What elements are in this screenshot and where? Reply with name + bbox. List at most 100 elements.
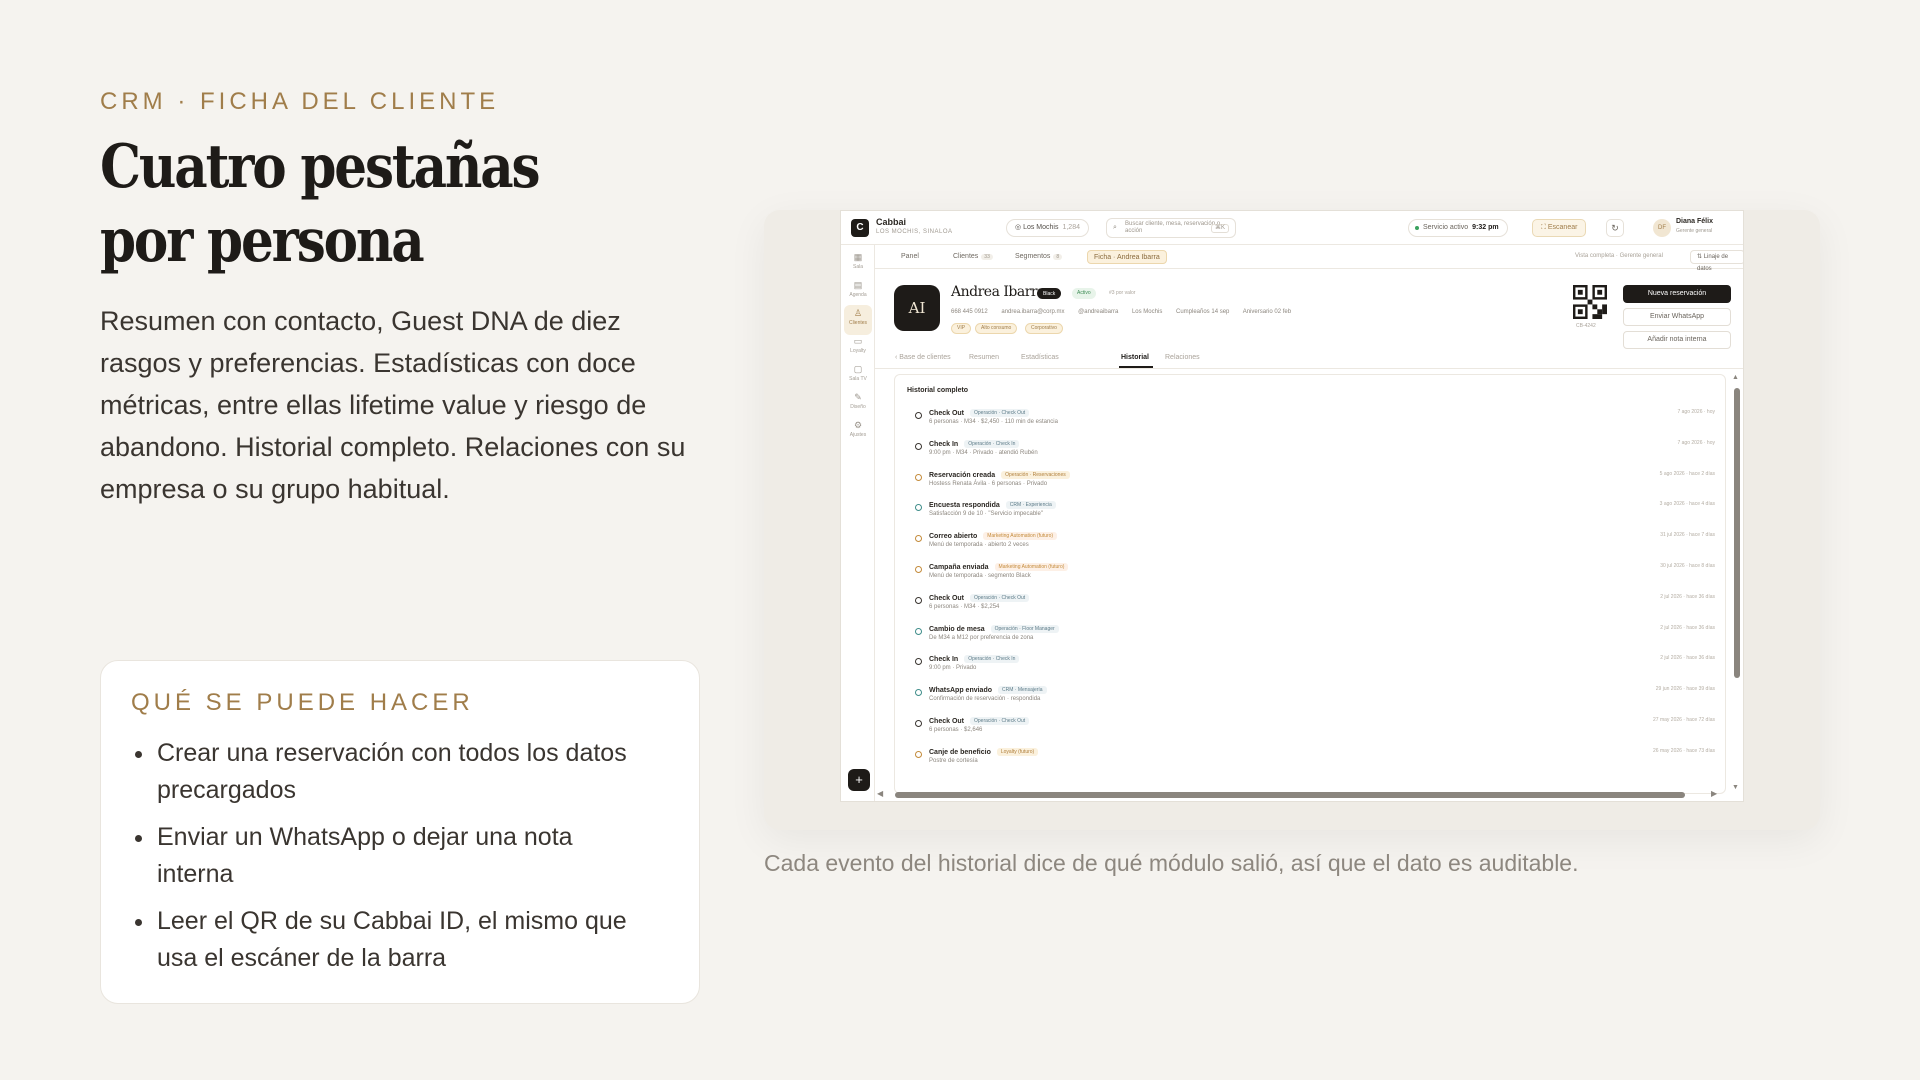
history-event[interactable]: Encuesta respondida CRM · Experiencia Sati… [915, 501, 1715, 525]
event-description: Menú de temporada · abierto 2 veces [929, 542, 1029, 549]
sidebar-item-loyalty[interactable]: ▭ Loyalty [844, 333, 872, 363]
scan-button[interactable]: ⛶ Escanear [1532, 219, 1587, 237]
tab-ficha-cliente[interactable]: Ficha · Andrea Ibarra [1087, 250, 1167, 264]
refresh-icon[interactable]: ↻ [1606, 219, 1624, 237]
history-event[interactable]: Check In Operación · Check In 9:00 pm · M3… [915, 439, 1715, 464]
card-icon: ▭ [853, 336, 863, 346]
history-event[interactable]: Check In Operación · Check In 9:00 pm · Pr… [915, 655, 1715, 679]
add-button[interactable]: + [848, 769, 870, 791]
sidebar-item-diseno[interactable]: ✎ Diseño [844, 389, 872, 419]
history-event[interactable]: Campaña enviada Marketing Automation (fut… [915, 563, 1715, 587]
back-link[interactable]: ‹ Base de clientes [895, 354, 951, 361]
vertical-scrollbar[interactable]: ▲ ▼ [1732, 374, 1741, 794]
nav-tabs: Panel Clientes 33 Segmentos 8 Ficha · Andr… [875, 245, 1743, 272]
history-event[interactable]: Canje de beneficio Loyalty (futuro) Postre… [915, 747, 1715, 772]
scroll-up-icon[interactable]: ▲ [1732, 374, 1739, 381]
history-event[interactable]: Cambio de mesa Operación · Floor Manager D… [915, 624, 1715, 649]
user-name: Diana Félix [1676, 218, 1713, 225]
sidebar-item-sala[interactable]: ▦ Sala [844, 249, 872, 279]
internal-note-button[interactable]: Añadir nota interna [1623, 331, 1731, 349]
sidebar-item-label: Sala [852, 264, 863, 270]
event-timestamp: 7 ago 2026 · hoy [1677, 409, 1715, 415]
history-event[interactable]: Correo abierto Marketing Automation (futu… [915, 532, 1715, 556]
event-title-row: Reservación creada Operación · Reservacio… [929, 470, 1070, 479]
scrollbar-thumb[interactable] [1734, 388, 1740, 678]
timeline-dot-icon [915, 720, 922, 727]
sidebar-item-agenda[interactable]: ▤ Agenda [844, 277, 872, 307]
history-title: Historial completo [907, 387, 969, 394]
tab-segmentos[interactable]: Segmentos 8 [1011, 250, 1066, 264]
event-timestamp: 2 jul 2026 · hace 36 días [1660, 655, 1715, 662]
search-input[interactable]: ⌕ Buscar cliente, mesa, reservación o ac… [1106, 218, 1236, 238]
event-title-row: Check In Operación · Check In [929, 655, 1020, 664]
history-event[interactable]: Reservación creada Operación · Reservacio… [915, 470, 1715, 495]
history-event[interactable]: Check Out Operación · Check Out 6 personas… [915, 717, 1715, 741]
status-dot-icon [1415, 226, 1419, 230]
event-timestamp: 27 may 2026 · hace 72 días [1653, 717, 1715, 723]
event-title: WhatsApp enviado [929, 687, 993, 695]
location-count: 1,284 [1062, 224, 1080, 231]
active-tab-indicator [1119, 366, 1153, 368]
design-icon: ✎ [854, 392, 862, 402]
timeline-dot-icon [915, 535, 922, 543]
email-value: andrea.ibarra@corp.mx [1001, 309, 1065, 315]
module-badge: Operación · Check Out [970, 593, 1030, 602]
module-badge: Operación · Check Out [970, 717, 1030, 725]
new-reservation-button[interactable]: Nueva reservación [1623, 285, 1731, 303]
contact-row: 668 445 0912 andrea.ibarra@corp.mx @andr… [951, 309, 1303, 315]
history-event[interactable]: Check Out Operación · Check Out 6 personas… [915, 593, 1715, 618]
event-description: Confirmación de reservación · respondida [929, 696, 1041, 703]
history-event[interactable]: WhatsApp enviado CRM · Mensajería Confirma… [915, 686, 1715, 710]
tab-panel[interactable]: Panel [897, 250, 923, 264]
capabilities-card: QUÉ SE PUEDE HACER Crear una reservación… [100, 660, 700, 1004]
sidebar-item-clientes[interactable]: ♙ Clientes [844, 305, 872, 335]
tab-clientes[interactable]: Clientes 33 [949, 250, 997, 264]
intro-paragraph: Resumen con contacto, Guest DNA de diez … [100, 306, 686, 504]
event-title-row: Check In Operación · Check In [929, 439, 1020, 448]
event-title: Check In [929, 440, 959, 448]
scrollbar-thumb[interactable] [895, 792, 1685, 798]
anniversary-value: Aniversario 02 feb [1242, 309, 1292, 315]
event-title: Cambio de mesa [929, 625, 985, 633]
timeline-dot-icon [915, 596, 922, 604]
event-title-row: Correo abierto Marketing Automation (futu… [929, 532, 1058, 541]
timeline-dot-icon [915, 658, 922, 666]
event-timestamp: 2 jul 2026 · hace 36 días [1660, 593, 1715, 600]
tab-relaciones[interactable]: Relaciones [1165, 354, 1200, 361]
module-badge: CRM · Mensajería [998, 686, 1047, 695]
user-avatar[interactable]: DF [1653, 219, 1671, 237]
history-event[interactable]: Check Out Operación · Check Out 6 personas… [915, 409, 1715, 433]
scroll-left-icon[interactable]: ◀ [877, 789, 883, 798]
profile-avatar: AI [894, 285, 940, 331]
sidebar-item-label: Agenda [849, 292, 867, 298]
phone-value: 668 445 0912 [951, 309, 988, 315]
event-title-row: Cambio de mesa Operación · Floor Manager [929, 624, 1059, 633]
tab-label: Clientes [953, 253, 979, 260]
tab-resumen[interactable]: Resumen [969, 354, 999, 361]
horizontal-scrollbar[interactable]: ◀ ▶ [875, 789, 1743, 801]
sidebar-item-label: Loyalty [850, 348, 866, 354]
service-status: Servicio activo 9:32 pm [1408, 219, 1508, 237]
tab-estadisticas[interactable]: Estadísticas [1021, 354, 1059, 361]
scan-icon: ⛶ [1541, 224, 1548, 231]
whatsapp-button[interactable]: Enviar WhatsApp [1623, 308, 1731, 326]
card-title: QUÉ SE PUEDE HACER [131, 689, 474, 716]
data-lineage-button[interactable]: ⇅ Linaje de datos [1690, 250, 1743, 272]
event-title: Correo abierto [929, 533, 978, 541]
qr-code-icon[interactable] [1573, 285, 1607, 319]
scroll-right-icon[interactable]: ▶ [1711, 789, 1717, 798]
sidebar: ▦ Sala ▤ Agenda ♙ Clientes ▭ Loyalty ▢ S… [841, 245, 875, 801]
tab-historial[interactable]: Historial [1121, 354, 1149, 361]
event-timestamp: 3 ago 2026 · hace 4 días [1659, 501, 1715, 508]
top-bar: C Cabbai LOS MOCHIS, SINALOA ◎ Los Mochi… [841, 211, 1743, 245]
tier-badge: Black [1037, 288, 1062, 299]
headline-line-1: Cuatro pestañas [100, 132, 541, 202]
sidebar-item-ajustes[interactable]: ⚙ Ajustes [844, 417, 872, 447]
location-selector[interactable]: ◎ Los Mochis 1,284 [1006, 219, 1089, 237]
capability-item: Leer el QR de su Cabbai ID, el mismo que… [131, 903, 651, 977]
event-timestamp: 2 jul 2026 · hace 36 días [1660, 624, 1715, 631]
cabbai-id: CB-4242 [1576, 323, 1596, 329]
profile-name: Andrea Ibarra [951, 284, 1045, 300]
timeline-dot-icon [915, 689, 922, 697]
sidebar-item-sala-tv[interactable]: ▢ Sala TV [844, 361, 872, 391]
